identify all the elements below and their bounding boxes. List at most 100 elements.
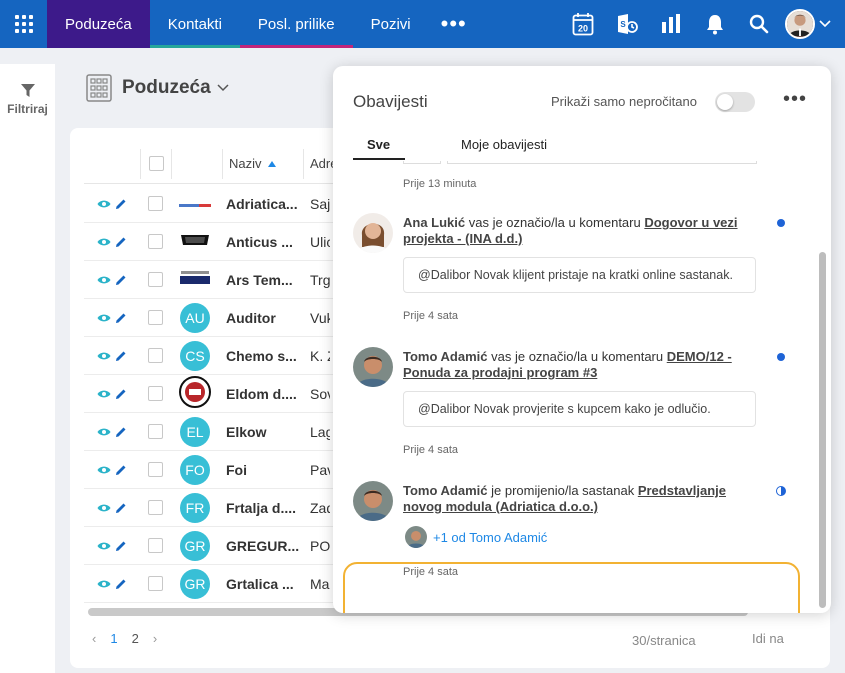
edit-pencil-icon[interactable]	[115, 426, 127, 438]
previous-comment-stub	[403, 161, 441, 164]
tab-label: Poduzeća	[65, 15, 132, 33]
view-eye-icon[interactable]	[97, 275, 111, 285]
company-name[interactable]: GREGUR...	[220, 538, 300, 554]
view-eye-icon[interactable]	[97, 427, 111, 437]
tab-moje-obavijesti[interactable]: Moje obavijesti	[461, 137, 547, 152]
unread-only-toggle[interactable]	[715, 92, 755, 112]
company-name[interactable]: Elkow	[220, 424, 300, 440]
edit-pencil-icon[interactable]	[115, 350, 127, 362]
calendar-day: 20	[578, 24, 588, 34]
author-name: Tomo Adamić	[403, 349, 488, 364]
tab-label: Posl. prilike	[257, 15, 335, 33]
tab-label: Kontakti	[167, 15, 222, 33]
unread-dot[interactable]	[777, 219, 785, 227]
edit-pencil-icon[interactable]	[115, 540, 127, 552]
user-avatar[interactable]	[785, 9, 815, 39]
company-name[interactable]: Anticus ...	[220, 234, 300, 250]
avatar	[405, 526, 427, 548]
row-actions	[84, 388, 140, 400]
row-actions	[84, 426, 140, 438]
notification-time: Prije 4 sata	[403, 310, 459, 322]
row-checkbox[interactable]	[147, 348, 163, 363]
sort-up-icon	[267, 160, 276, 167]
page-2[interactable]: 2	[132, 631, 139, 646]
more-updates-link[interactable]: +1 od Tomo Adamić	[433, 530, 547, 545]
select-all-checkbox[interactable]	[148, 156, 164, 171]
edit-pencil-icon[interactable]	[115, 388, 127, 400]
row-checkbox[interactable]	[147, 386, 163, 401]
row-checkbox[interactable]	[147, 234, 163, 249]
view-eye-icon[interactable]	[97, 313, 111, 323]
company-name[interactable]: Eldom d....	[220, 386, 300, 402]
notifications-title: Obavijesti	[353, 92, 428, 111]
tab-kontakti[interactable]: Kontakti	[149, 0, 240, 48]
partially-read-indicator[interactable]	[776, 486, 786, 496]
next-page-icon[interactable]: ›	[153, 631, 157, 646]
company-name[interactable]: Ars Tem...	[220, 272, 300, 288]
view-eye-icon[interactable]	[97, 465, 111, 475]
reports-icon[interactable]	[653, 0, 689, 48]
apps-grid-icon[interactable]	[0, 0, 47, 48]
row-checkbox[interactable]	[147, 576, 163, 591]
page-1[interactable]: 1	[110, 631, 117, 646]
row-checkbox[interactable]	[147, 538, 163, 553]
view-eye-icon[interactable]	[97, 237, 111, 247]
company-name[interactable]: Auditor	[220, 310, 300, 326]
tab-sve[interactable]: Sve	[367, 137, 390, 152]
row-checkbox[interactable]	[147, 462, 163, 477]
row-checkbox[interactable]	[147, 196, 163, 211]
view-eye-icon[interactable]	[97, 199, 111, 209]
view-eye-icon[interactable]	[97, 579, 111, 589]
view-eye-icon[interactable]	[97, 503, 111, 513]
notification-text: Tomo Adamić vas je označio/la u komentar…	[403, 349, 758, 381]
tab-poduzeca[interactable]: Poduzeća	[47, 0, 150, 48]
row-checkbox[interactable]	[147, 500, 163, 515]
column-header-name[interactable]: Naziv	[223, 156, 303, 171]
active-tab-indicator	[353, 158, 405, 160]
company-name[interactable]: Adriatica...	[220, 196, 300, 212]
tab-pozivi[interactable]: Pozivi	[353, 0, 429, 48]
pagination: ‹ 1 2 ›	[92, 631, 157, 646]
avatar	[353, 481, 393, 521]
chevron-down-icon[interactable]	[217, 84, 229, 92]
notifications-list[interactable]: Prije 13 minuta Ana Lukić vas je označio…	[333, 161, 817, 613]
more-tabs-icon[interactable]: •••	[429, 0, 479, 48]
chevron-down-icon[interactable]	[815, 0, 835, 48]
highlighted-notification-outline	[343, 562, 800, 613]
filter-button[interactable]: Filtriraj	[0, 64, 55, 116]
view-eye-icon[interactable]	[97, 541, 111, 551]
edit-pencil-icon[interactable]	[115, 274, 127, 286]
bell-icon[interactable]	[697, 0, 733, 48]
notifications-scrollbar[interactable]	[819, 252, 826, 608]
more-options-icon[interactable]: •••	[783, 88, 807, 111]
calendar-icon[interactable]: 20	[565, 0, 601, 48]
unread-dot[interactable]	[777, 353, 785, 361]
company-initials-badge: GR	[180, 530, 210, 561]
prev-page-icon[interactable]: ‹	[92, 631, 96, 646]
edit-pencil-icon[interactable]	[115, 312, 127, 324]
row-actions	[84, 502, 140, 514]
view-eye-icon[interactable]	[97, 389, 111, 399]
edit-pencil-icon[interactable]	[115, 236, 127, 248]
edit-pencil-icon[interactable]	[115, 464, 127, 476]
company-name[interactable]: Grtalica ...	[220, 576, 300, 592]
notification-text: Ana Lukić vas je označio/la u komentaru …	[403, 215, 758, 247]
column-label: Naziv	[229, 156, 262, 171]
page-title[interactable]: Poduzeća	[122, 77, 211, 99]
row-checkbox[interactable]	[147, 310, 163, 325]
company-name[interactable]: Foi	[220, 462, 300, 478]
view-eye-icon[interactable]	[97, 351, 111, 361]
tab-posl-prilike[interactable]: Posl. prilike	[239, 0, 353, 48]
edit-pencil-icon[interactable]	[115, 578, 127, 590]
row-checkbox[interactable]	[147, 424, 163, 439]
row-checkbox[interactable]	[147, 272, 163, 287]
company-logo	[179, 270, 211, 289]
edit-pencil-icon[interactable]	[115, 198, 127, 210]
company-name[interactable]: Chemo s...	[220, 348, 300, 364]
search-icon[interactable]	[741, 0, 777, 48]
edit-pencil-icon[interactable]	[115, 502, 127, 514]
company-name[interactable]: Frtalja d....	[220, 500, 300, 516]
per-page-select[interactable]: 30/stranica	[632, 633, 696, 648]
outlook-sync-icon[interactable]: S	[609, 0, 645, 48]
row-actions	[84, 578, 140, 590]
